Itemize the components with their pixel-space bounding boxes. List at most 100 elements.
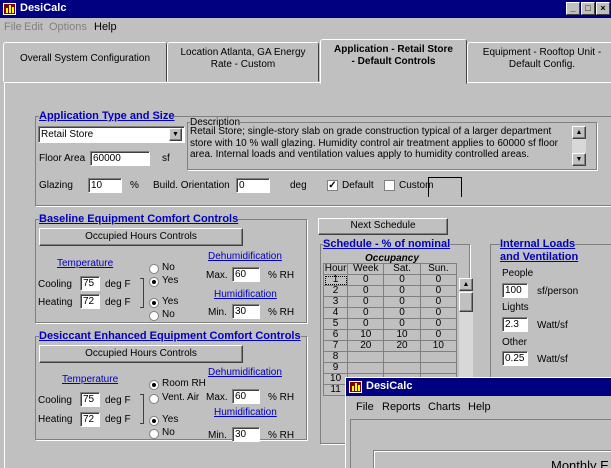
child-window[interactable]: DesiCalc File Reports Charts Help Monthl…	[345, 377, 611, 468]
app-type-select[interactable]: Retail Store ▼	[38, 126, 185, 143]
schedule-cell[interactable]: 10	[419, 340, 458, 352]
schedule-cell[interactable]: 0	[347, 307, 385, 319]
scroll-down-icon[interactable]: ▼	[572, 153, 586, 166]
tab-location[interactable]: Location Atlanta, GA Energy Rate - Custom	[167, 42, 319, 82]
glazing-input[interactable]: 10	[88, 178, 122, 193]
desiccant-heating-unit: deg F	[105, 414, 131, 425]
schedule-cell[interactable]	[419, 362, 458, 374]
desiccant-occupied-button[interactable]: Occupied Hours Controls	[39, 345, 243, 363]
minimize-button[interactable]: _	[566, 2, 580, 15]
schedule-cell[interactable]: 20	[347, 340, 385, 352]
child-menu-charts[interactable]: Charts	[428, 401, 460, 413]
schedule-cell[interactable]: 7	[322, 340, 349, 352]
schedule-cell[interactable]: 9	[322, 362, 349, 374]
desiccant-hum-no-radio[interactable]	[149, 429, 159, 439]
schedule-cell[interactable]: 0	[383, 274, 421, 286]
orientation-input[interactable]: 0	[236, 178, 270, 193]
desiccant-hum-yes-radio[interactable]	[149, 416, 159, 426]
schedule-cell[interactable]: 0	[419, 285, 458, 297]
baseline-header: Baseline Equipment Comfort Controls	[39, 213, 239, 225]
schedule-cell[interactable]	[347, 351, 385, 363]
scroll-up-icon[interactable]: ▲	[572, 126, 586, 139]
schedule-cell[interactable]: 10	[383, 329, 421, 341]
menu-edit[interactable]: Edit	[24, 21, 43, 33]
schedule-cell[interactable]	[347, 362, 385, 374]
schedule-cell[interactable]: 0	[383, 296, 421, 308]
bracket	[140, 278, 144, 308]
schedule-cell[interactable]: 0	[347, 296, 385, 308]
bracket	[140, 394, 144, 424]
schedule-cell[interactable]: 0	[419, 318, 458, 330]
next-schedule-button[interactable]: Next Schedule	[318, 218, 448, 235]
schedule-cell[interactable]	[383, 351, 421, 363]
other-input[interactable]: 0.25	[502, 351, 528, 366]
schedule-cell[interactable]: 0	[419, 274, 458, 286]
desiccant-heating-input[interactable]: 72	[80, 412, 100, 427]
floor-area-label: Floor Area	[39, 153, 86, 164]
schedule-cell[interactable]: 0	[383, 285, 421, 297]
custom-checkbox[interactable]	[384, 180, 395, 191]
child-app-icon	[349, 381, 362, 393]
schedule-cell[interactable]: 2	[322, 285, 349, 297]
schedule-cell[interactable]: 0	[419, 307, 458, 319]
desiccant-dehum-max-input[interactable]: 60	[232, 389, 260, 404]
schedule-row: 1000	[322, 274, 458, 286]
schedule-cell[interactable]: 20	[383, 340, 421, 352]
menu-options[interactable]: Options	[49, 21, 87, 33]
title-bar[interactable]: DesiCalc _ □ ×	[0, 0, 611, 18]
desiccant-room-rh-radio[interactable]	[149, 380, 159, 390]
scroll-up-icon[interactable]: ▲	[459, 278, 473, 291]
lights-input[interactable]: 2.3	[502, 317, 528, 332]
desiccant-hum-min-input[interactable]: 30	[232, 427, 260, 442]
desiccant-cooling-input[interactable]: 75	[80, 392, 100, 407]
baseline-dehum-unit: % RH	[268, 270, 295, 281]
menu-help[interactable]: Help	[94, 21, 117, 33]
close-button[interactable]: ×	[596, 2, 610, 15]
tab-application[interactable]: Application - Retail Store - Default Cont…	[320, 39, 467, 84]
schedule-cell[interactable]: 0	[419, 329, 458, 341]
floor-area-input[interactable]: 60000	[90, 151, 150, 166]
child-menu-help[interactable]: Help	[468, 401, 491, 413]
baseline-dehum-no-radio[interactable]	[149, 264, 159, 274]
schedule-cell[interactable]: 0	[347, 274, 385, 286]
tab-equipment[interactable]: Equipment - Rooftop Unit - Default Config…	[467, 42, 611, 82]
schedule-cell[interactable]: 0	[419, 296, 458, 308]
child-menu-file[interactable]: File	[356, 401, 374, 413]
baseline-cooling-input[interactable]: 75	[80, 276, 100, 291]
schedule-cell[interactable]: 0	[347, 285, 385, 297]
baseline-cooling-label: Cooling	[38, 279, 72, 290]
menu-file[interactable]: File	[4, 21, 22, 33]
child-menu-reports[interactable]: Reports	[382, 401, 421, 413]
description-scrollbar[interactable]: ▲ ▼	[572, 126, 586, 166]
scroll-thumb[interactable]	[459, 292, 473, 312]
report-title: Monthly E	[551, 458, 609, 468]
baseline-dehum-yes-radio[interactable]	[149, 277, 159, 287]
schedule-cell[interactable]: 3	[322, 296, 349, 308]
schedule-cell[interactable]: 0	[383, 318, 421, 330]
baseline-occupied-button[interactable]: Occupied Hours Controls	[39, 228, 243, 246]
window-title: DesiCalc	[20, 2, 67, 14]
baseline-dehum-max-input[interactable]: 60	[232, 267, 260, 282]
baseline-hum-no-radio[interactable]	[149, 311, 159, 321]
baseline-hum-yes-radio[interactable]	[149, 298, 159, 308]
schedule-cell[interactable]: 10	[347, 329, 385, 341]
baseline-heating-input[interactable]: 72	[80, 294, 100, 309]
maximize-button[interactable]: □	[581, 2, 595, 15]
schedule-cell[interactable]: 8	[322, 351, 349, 363]
default-checkbox[interactable]: ✓	[327, 180, 338, 191]
desiccant-vent-air-radio[interactable]	[149, 394, 159, 404]
people-input[interactable]: 100	[502, 283, 528, 298]
schedule-cell[interactable]: 6	[322, 329, 349, 341]
app-type-select-value: Retail Store	[41, 129, 94, 140]
child-title-bar[interactable]: DesiCalc	[346, 378, 611, 396]
schedule-cell[interactable]	[419, 351, 458, 363]
schedule-cell[interactable]: 0	[347, 318, 385, 330]
schedule-cell[interactable]: 0	[383, 307, 421, 319]
tab-overall[interactable]: Overall System Configuration	[3, 42, 167, 82]
chevron-down-icon[interactable]: ▼	[169, 128, 182, 141]
schedule-cell[interactable]: 5	[322, 318, 349, 330]
schedule-cell[interactable]: 1	[322, 274, 349, 286]
schedule-cell[interactable]: 4	[322, 307, 349, 319]
baseline-hum-min-input[interactable]: 30	[232, 304, 260, 319]
schedule-cell[interactable]	[383, 362, 421, 374]
